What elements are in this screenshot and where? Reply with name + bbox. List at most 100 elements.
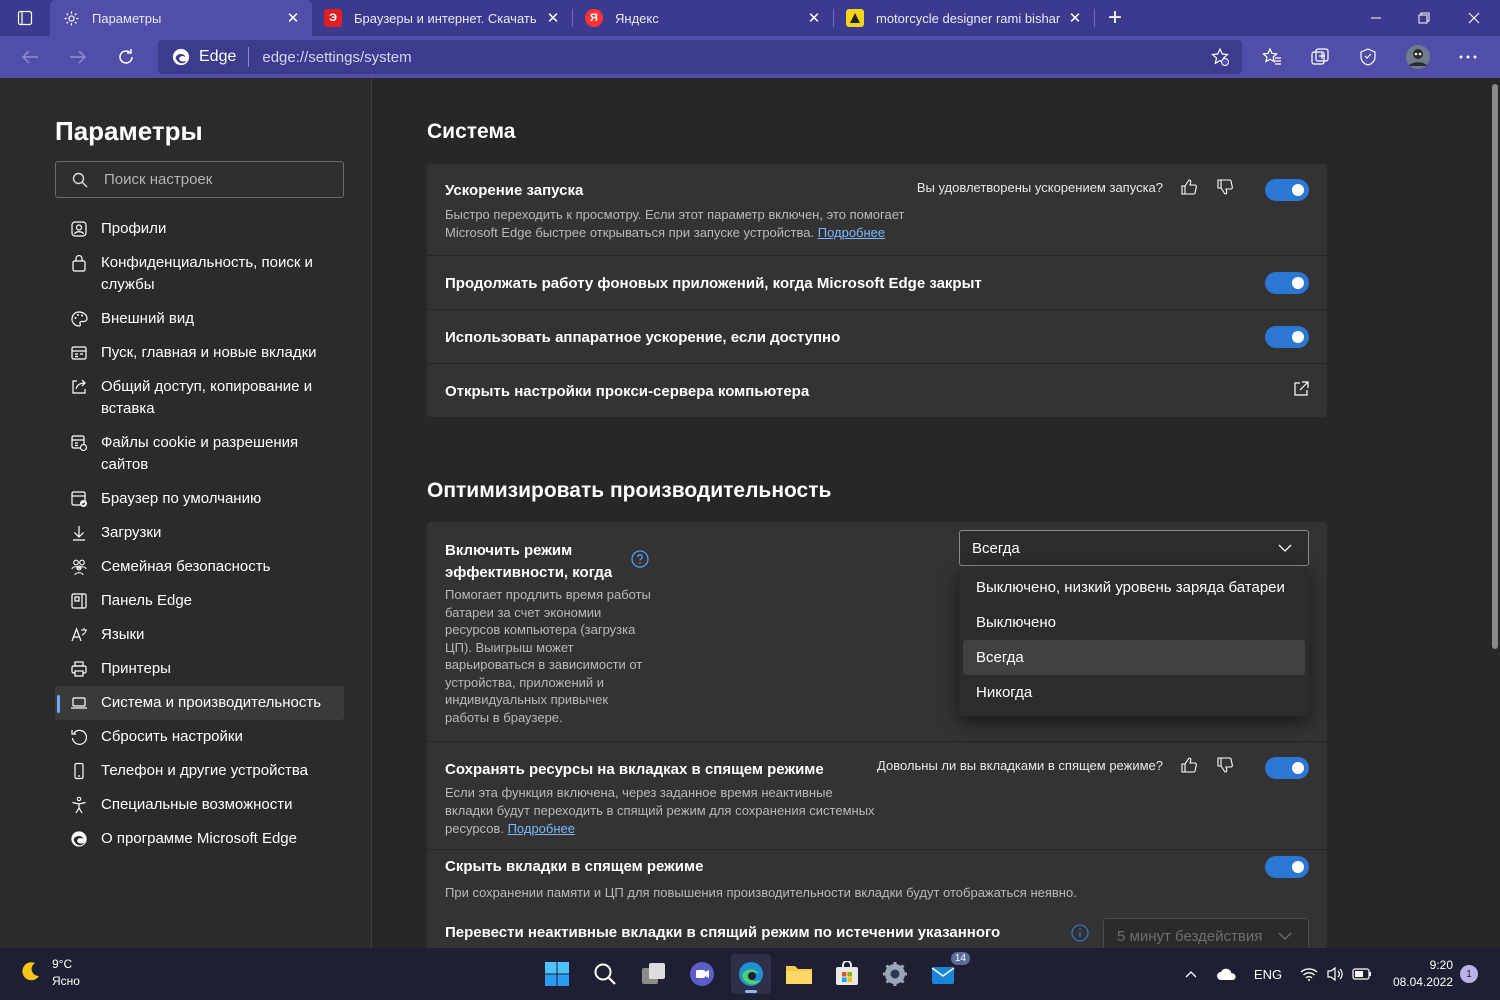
tab-label: Яндекс [615,10,659,26]
site-identity[interactable]: Edge [158,48,248,66]
volume-icon[interactable] [1323,948,1347,1000]
file-explorer-button[interactable] [779,954,819,994]
sleeping-tabs-toggle[interactable] [1265,757,1309,779]
fade-sleeping-tabs-toggle[interactable] [1265,856,1309,878]
sidebar-item-accessibility[interactable]: Специальные возможности [55,788,344,822]
tab-browsers[interactable]: Э Браузеры и интернет. Скачать ✕ [312,0,572,36]
sidebar-item-printers[interactable]: Принтеры [55,652,344,686]
thumbs-down-icon[interactable] [1207,756,1243,774]
forward-arrow-icon [70,50,87,64]
sidebar-item-languages[interactable]: Языки [55,618,344,652]
tab-label: motorcycle designer rami bisharr [876,10,1060,26]
tab-label: Параметры [92,10,162,26]
close-tab-icon[interactable]: ✕ [805,9,823,27]
startup-feedback: Вы удовлетворены ускорением запуска? [917,178,1243,196]
sidebar-item-profiles[interactable]: Профили [55,212,344,246]
refresh-button[interactable] [102,36,150,78]
menu-option-selected[interactable]: Всегда [963,640,1305,675]
thumbs-up-icon[interactable] [1171,178,1207,196]
battery-icon[interactable] [1349,948,1375,1000]
desc-line: индивидуальных привычек [445,692,609,707]
search-box[interactable] [55,161,344,198]
thumbs-up-icon[interactable] [1171,756,1207,774]
sleep-timeout-select[interactable]: 5 минут бездействия [1103,918,1309,948]
show-hidden-icons-button[interactable] [1178,948,1204,1000]
sidebar-item-default-browser[interactable]: Браузер по умолчанию [55,482,344,516]
efficiency-mode-select[interactable]: Всегда [959,530,1309,566]
task-view-button[interactable] [634,954,674,994]
sidebar-item-about[interactable]: О программе Microsoft Edge [55,822,344,856]
mail-button[interactable]: 14 [924,952,970,994]
sidebar-item-start-home[interactable]: Пуск, главная и новые вкладки [55,336,344,370]
desc-line: ЦП). Выигрыш может [445,639,574,655]
sidebar-item-edge-bar[interactable]: Панель Edge [55,584,344,618]
desc-line: устройства, приложений и [445,674,605,690]
printer-icon [69,658,89,680]
info-icon[interactable] [1071,924,1089,947]
proxy-settings-row[interactable]: Открыть настройки прокси-сервера компьют… [427,364,1327,417]
learn-more-link[interactable]: Подробнее [508,821,575,836]
menu-option[interactable]: Никогда [963,675,1305,710]
sidebar-item-phone[interactable]: Телефон и другие устройства [55,754,344,788]
restore-button[interactable] [1400,0,1448,36]
back-button[interactable] [6,36,54,78]
profile-button[interactable] [1398,36,1438,78]
sidebar-item-cookies[interactable]: Файлы cookie и разрешения сайтов [55,426,344,482]
settings-app-button[interactable] [875,954,915,994]
store-button[interactable] [827,954,867,994]
minimize-button[interactable] [1352,0,1400,36]
scrollbar-thumb[interactable] [1492,84,1498,649]
favorites-button[interactable] [1252,36,1292,78]
startup-boost-toggle[interactable] [1265,179,1309,201]
title-bar: Параметры ✕ Э Браузеры и интернет. Скача… [0,0,1500,36]
sidebar-title: Параметры [55,116,203,146]
forward-button[interactable] [54,36,102,78]
settings-more-button[interactable] [1448,36,1488,78]
sidebar-item-privacy[interactable]: Конфиденциальность, поиск и службы [55,246,344,302]
start-button[interactable] [537,954,577,994]
menu-option[interactable]: Выключено [963,605,1305,640]
notification-badge[interactable]: 1 [1460,965,1478,983]
sidebar-item-family[interactable]: Семейная безопасность [55,550,344,584]
wifi-icon[interactable] [1297,948,1321,1000]
onedrive-button[interactable] [1212,948,1242,1000]
search-input[interactable] [104,171,334,188]
clock[interactable]: 9:20 08.04.2022 [1393,957,1453,991]
thumbs-down-icon[interactable] [1207,178,1243,196]
add-favorite-button[interactable] [1200,36,1240,78]
weather-widget[interactable]: 9°C Ясно [20,956,80,990]
menu-option[interactable]: Выключено, низкий уровень заряда батареи [963,570,1305,605]
tab-actions-button[interactable] [0,0,50,36]
tab-settings[interactable]: Параметры ✕ [50,0,312,36]
sidebar-item-appearance[interactable]: Внешний вид [55,302,344,336]
new-tab-button[interactable]: + [1095,0,1135,36]
sidebar-item-share[interactable]: Общий доступ, копирование и вставка [55,370,344,426]
url-text[interactable]: edge://settings/system [262,49,411,66]
clock-date: 08.04.2022 [1392,975,1453,989]
tab-yandex[interactable]: Я Яндекс ✕ [573,0,833,36]
background-apps-toggle[interactable] [1265,272,1309,294]
help-icon[interactable] [631,550,649,573]
desc-line: ресурсов компьютера (загрузка [445,622,636,637]
browser-essentials-button[interactable] [1348,36,1388,78]
store-icon [836,961,858,985]
teams-chat-button[interactable] [682,954,722,994]
edge-taskbar-button[interactable] [731,954,771,994]
close-tab-icon[interactable]: ✕ [1066,9,1084,27]
sleep-timeout-title: Перевести неактивные вкладки в спящий ре… [445,924,1001,941]
sidebar-item-reset[interactable]: Сбросить настройки [55,720,344,754]
close-window-button[interactable] [1450,0,1498,36]
taskbar-search-button[interactable] [585,954,625,994]
close-tab-icon[interactable]: ✕ [284,9,302,27]
close-tab-icon[interactable]: ✕ [544,9,562,27]
address-bar[interactable]: Edge edge://settings/system [158,40,1242,74]
sidebar-item-downloads[interactable]: Загрузки [55,516,344,550]
weather-condition: Ясно [52,974,80,988]
tab-motorcycle[interactable]: motorcycle designer rami bisharr ✕ [834,0,1094,36]
external-link-icon[interactable] [1293,381,1309,402]
sidebar-item-system[interactable]: Система и производительность [55,686,344,720]
hardware-acceleration-toggle[interactable] [1265,326,1309,348]
learn-more-link[interactable]: Подробнее [818,225,885,240]
collections-button[interactable] [1300,36,1340,78]
language-indicator[interactable]: ENG [1250,948,1286,1000]
